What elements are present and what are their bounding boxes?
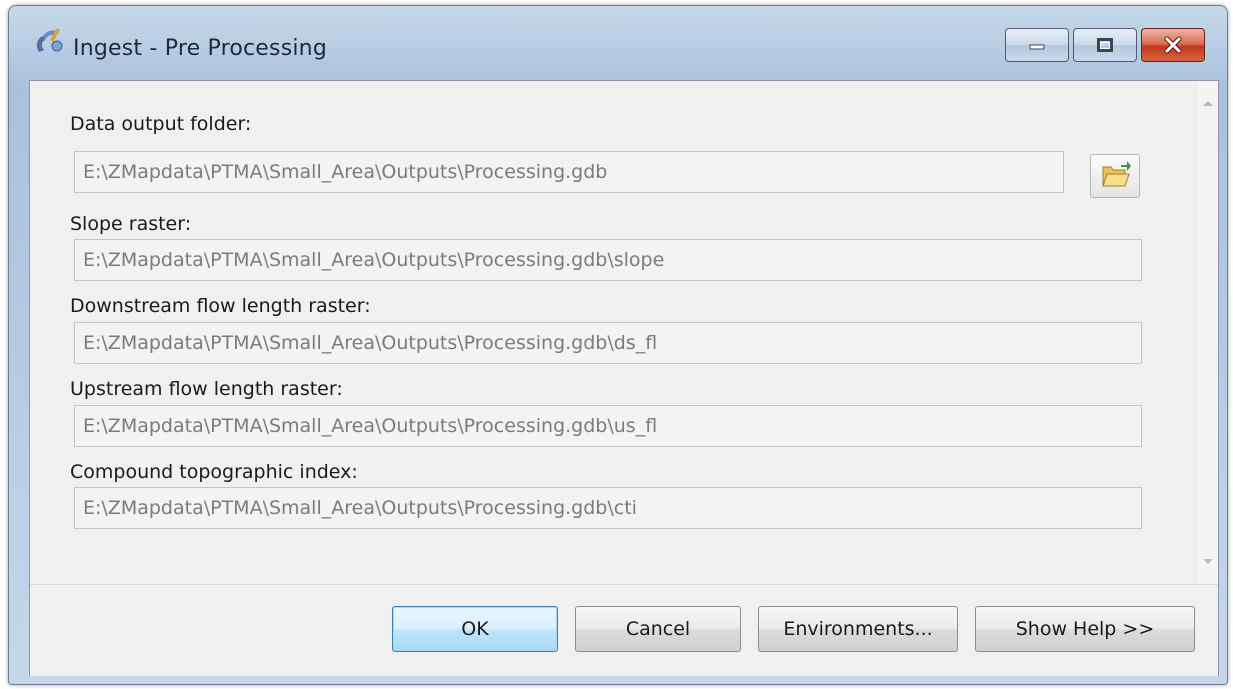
maximize-button[interactable]: [1073, 28, 1137, 62]
data-output-folder-input[interactable]: E:\ZMapdata\PTMA\Small_Area\Outputs\Proc…: [74, 151, 1064, 193]
caption-buttons: [1005, 28, 1205, 64]
minimize-icon: [1006, 29, 1068, 61]
dialog-footer: OK Cancel Environments... Show Help >>: [30, 584, 1218, 676]
vertical-scrollbar[interactable]: [1198, 81, 1218, 584]
downstream-flow-length-label: Downstream flow length raster:: [70, 295, 371, 317]
compound-topographic-index-label: Compound topographic index:: [70, 461, 358, 483]
close-button[interactable]: [1141, 28, 1205, 62]
upstream-flow-length-input[interactable]: E:\ZMapdata\PTMA\Small_Area\Outputs\Proc…: [74, 405, 1142, 447]
scroll-down-icon[interactable]: [1203, 559, 1213, 564]
slope-raster-label: Slope raster:: [70, 213, 192, 235]
scroll-up-icon[interactable]: [1203, 101, 1213, 106]
ok-button[interactable]: OK: [392, 606, 558, 652]
parameters-panel: Data output folder: E:\ZMapdata\PTMA\Sma…: [30, 81, 1200, 584]
tool-dialog-window: Ingest - Pre Processing Data output fold…: [8, 5, 1228, 685]
geoprocessing-tool-icon: [36, 28, 63, 52]
dialog-client-area: Data output folder: E:\ZMapdata\PTMA\Sma…: [29, 80, 1219, 676]
slope-raster-input[interactable]: E:\ZMapdata\PTMA\Small_Area\Outputs\Proc…: [74, 239, 1142, 281]
show-help-button[interactable]: Show Help >>: [975, 606, 1195, 652]
downstream-flow-length-input[interactable]: E:\ZMapdata\PTMA\Small_Area\Outputs\Proc…: [74, 322, 1142, 364]
title-bar[interactable]: Ingest - Pre Processing: [9, 6, 1227, 80]
browse-folder-button[interactable]: [1090, 154, 1140, 198]
cancel-button[interactable]: Cancel: [575, 606, 741, 652]
window-title: Ingest - Pre Processing: [73, 36, 327, 61]
environments-button[interactable]: Environments...: [758, 606, 958, 652]
open-folder-icon: [1102, 161, 1131, 187]
minimize-button[interactable]: [1005, 28, 1069, 62]
close-icon: [1142, 29, 1204, 61]
maximize-icon: [1074, 29, 1136, 61]
compound-topographic-index-input[interactable]: E:\ZMapdata\PTMA\Small_Area\Outputs\Proc…: [74, 487, 1142, 529]
data-output-folder-label: Data output folder:: [70, 113, 252, 135]
upstream-flow-length-label: Upstream flow length raster:: [70, 378, 343, 400]
